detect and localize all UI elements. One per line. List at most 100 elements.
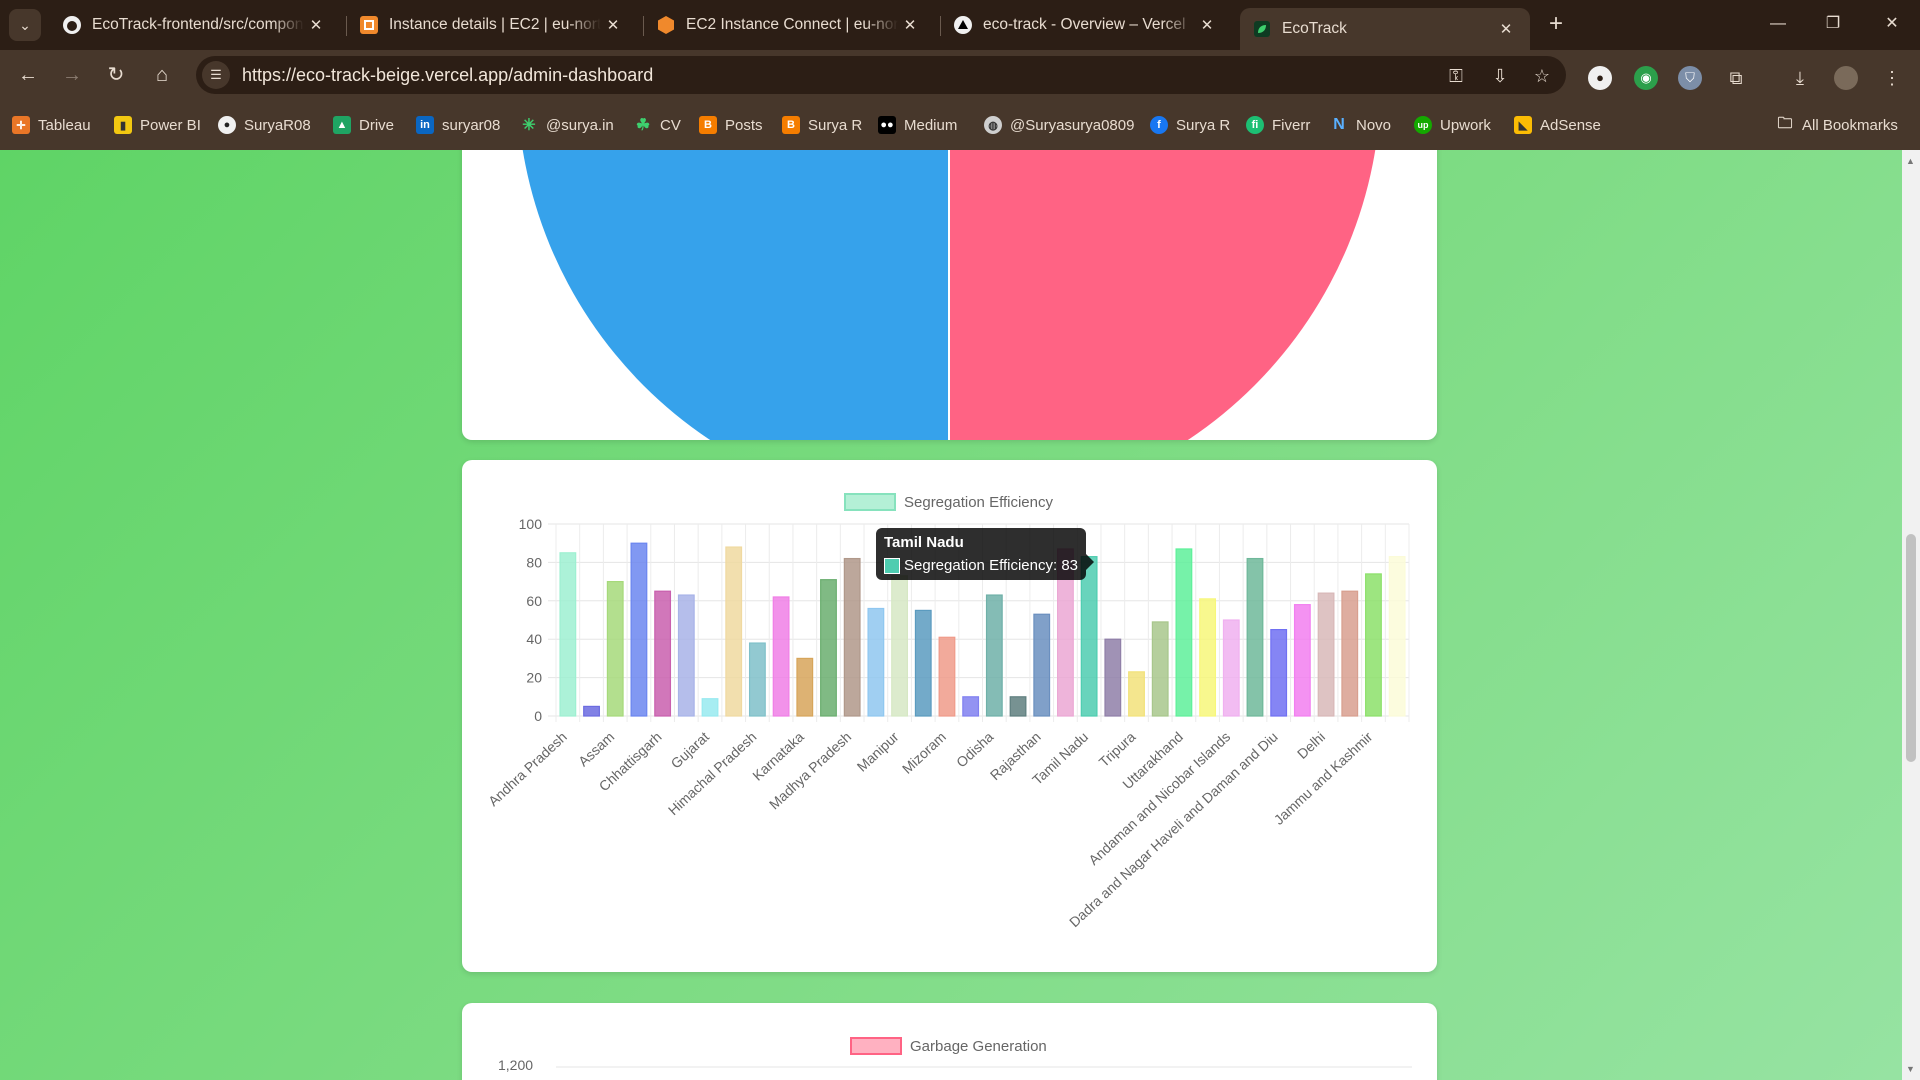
- reload-button[interactable]: ↻: [100, 59, 132, 91]
- bookmark-item[interactable]: B Surya R: [782, 114, 862, 136]
- scrollbar-thumb[interactable]: [1906, 534, 1916, 762]
- bar[interactable]: [1341, 590, 1359, 717]
- bar[interactable]: [677, 594, 695, 717]
- bar[interactable]: [1222, 619, 1240, 717]
- close-icon[interactable]: ✕: [1494, 20, 1518, 38]
- bookmark-item[interactable]: ◍ @Suryasurya0809: [984, 114, 1134, 136]
- bar[interactable]: [1293, 604, 1311, 717]
- bar[interactable]: [985, 594, 1003, 717]
- close-icon[interactable]: ✕: [304, 16, 328, 34]
- bar[interactable]: [701, 698, 719, 717]
- bookmark-item[interactable]: ☘ CV: [634, 114, 681, 136]
- bar[interactable]: [962, 696, 980, 717]
- extension-eye-icon[interactable]: ◉: [1634, 66, 1658, 90]
- address-bar[interactable]: ☰ https://eco-track-beige.vercel.app/adm…: [196, 56, 1566, 94]
- bookmark-item[interactable]: ✳ @surya.in: [520, 114, 613, 136]
- bookmark-item[interactable]: in suryar08: [416, 114, 500, 136]
- bar[interactable]: [820, 579, 837, 717]
- bookmark-item[interactable]: ◣ AdSense: [1514, 114, 1601, 136]
- bar[interactable]: [1199, 598, 1217, 717]
- install-app-icon[interactable]: ⇩: [1488, 64, 1512, 88]
- tab-search-button[interactable]: ⌄: [9, 9, 41, 41]
- bar[interactable]: [914, 609, 932, 717]
- bar[interactable]: [583, 705, 600, 717]
- extension-icon[interactable]: ●: [1588, 66, 1612, 90]
- restore-button[interactable]: ❐: [1813, 10, 1853, 38]
- bar[interactable]: [1175, 548, 1193, 717]
- bar[interactable]: [748, 642, 766, 717]
- bar[interactable]: [606, 580, 624, 717]
- bar[interactable]: [772, 596, 790, 717]
- bar[interactable]: [867, 607, 885, 717]
- forward-button[interactable]: →: [56, 59, 88, 91]
- tab-github[interactable]: EcoTrack-frontend/src/components ✕: [50, 8, 340, 42]
- bookmark-item[interactable]: ▲ Drive: [333, 114, 394, 136]
- tab-ec2-connect[interactable]: EC2 Instance Connect | eu-north-1 ✕: [644, 8, 934, 42]
- bookmark-item[interactable]: fi Fiverr: [1246, 114, 1310, 136]
- page-scrollbar[interactable]: ▲ ▼: [1902, 150, 1920, 1080]
- tab-ec2-instance[interactable]: Instance details | EC2 | eu-north-1 ✕: [347, 8, 637, 42]
- bar[interactable]: [1270, 629, 1288, 717]
- tableau-icon: ✛: [12, 116, 30, 134]
- bar[interactable]: [1033, 613, 1051, 717]
- window-close-button[interactable]: ✕: [1872, 10, 1912, 38]
- bar[interactable]: [725, 546, 743, 717]
- bar[interactable]: [1128, 671, 1145, 717]
- bookmark-item[interactable]: ● SuryaR08: [218, 114, 311, 136]
- new-tab-button[interactable]: +: [1542, 10, 1570, 38]
- fiverr-icon: fi: [1246, 116, 1264, 134]
- close-icon[interactable]: ✕: [898, 16, 922, 34]
- home-button[interactable]: ⌂: [146, 59, 178, 91]
- bar[interactable]: [843, 557, 861, 717]
- bar[interactable]: [630, 542, 648, 717]
- bar[interactable]: [654, 590, 672, 717]
- bookmark-item[interactable]: N Novo: [1330, 114, 1391, 136]
- scroll-down-icon[interactable]: ▼: [1906, 1064, 1915, 1074]
- pie-slice[interactable]: [517, 150, 949, 440]
- bar[interactable]: [559, 552, 577, 717]
- tab-vercel[interactable]: eco-track - Overview – Vercel ✕: [941, 8, 1231, 42]
- bar[interactable]: [1009, 696, 1027, 717]
- bar[interactable]: [938, 636, 956, 717]
- tab-title: EcoTrack-frontend/src/components: [92, 16, 304, 33]
- bookmark-item[interactable]: ▮ Power BI: [114, 114, 201, 136]
- bookmark-label: Drive: [359, 116, 395, 134]
- bookmark-item[interactable]: B Posts: [699, 114, 763, 136]
- bookmark-item[interactable]: ✛ Tableau: [12, 114, 91, 136]
- minimize-button[interactable]: —: [1758, 10, 1798, 38]
- bar[interactable]: [1365, 573, 1382, 717]
- menu-kebab-icon[interactable]: ⋮: [1880, 66, 1904, 90]
- bookmark-label: @Suryasurya0809: [1010, 116, 1135, 134]
- bookmark-item[interactable]: ●● Medium: [878, 114, 957, 136]
- bar[interactable]: [796, 657, 814, 717]
- bar[interactable]: [891, 575, 908, 717]
- close-icon[interactable]: ✕: [1195, 16, 1219, 34]
- site-info-icon[interactable]: ☰: [202, 61, 230, 89]
- extensions-puzzle-icon[interactable]: ⧉: [1724, 66, 1748, 90]
- back-button[interactable]: ←: [12, 59, 44, 91]
- avatar[interactable]: [1834, 66, 1858, 90]
- scroll-up-icon[interactable]: ▲: [1906, 156, 1915, 166]
- bar[interactable]: [1388, 556, 1406, 717]
- shield-icon[interactable]: ⛉: [1678, 66, 1702, 90]
- bookmark-star-icon[interactable]: ☆: [1530, 64, 1554, 88]
- powerbi-icon: ▮: [114, 116, 132, 134]
- bookmark-item[interactable]: up Upwork: [1414, 114, 1491, 136]
- github-icon: ●: [218, 116, 236, 134]
- close-icon[interactable]: ✕: [601, 16, 625, 34]
- bar[interactable]: [1246, 557, 1264, 717]
- bookmark-item[interactable]: f Surya R: [1150, 114, 1230, 136]
- downloads-icon[interactable]: ⤓: [1788, 66, 1812, 90]
- pie-slice[interactable]: [949, 150, 1381, 440]
- url-text[interactable]: https://eco-track-beige.vercel.app/admin…: [242, 65, 653, 86]
- all-bookmarks-button[interactable]: 🗀 All Bookmarks: [1776, 114, 1897, 136]
- github-icon: [62, 15, 82, 35]
- bar[interactable]: [1317, 592, 1335, 717]
- password-key-icon[interactable]: ⚿: [1444, 64, 1468, 88]
- tab-ecotrack[interactable]: EcoTrack ✕: [1240, 8, 1530, 50]
- bookmark-label: Posts: [725, 116, 763, 134]
- bar[interactable]: [1151, 621, 1169, 717]
- chart-legend[interactable]: Segregation Efficiency: [844, 493, 1053, 511]
- bar[interactable]: [1080, 556, 1098, 717]
- bar[interactable]: [1104, 638, 1122, 717]
